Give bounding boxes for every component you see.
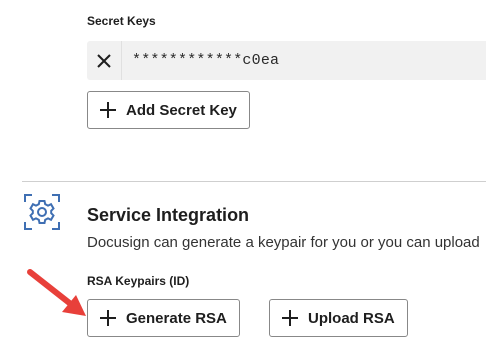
add-secret-key-button[interactable]: Add Secret Key	[87, 91, 250, 129]
generate-rsa-label: Generate RSA	[126, 309, 227, 327]
service-integration-description: Docusign can generate a keypair for you …	[87, 234, 480, 251]
x-icon	[97, 53, 111, 68]
secret-key-value: ************c0ea	[132, 52, 280, 69]
generate-rsa-button[interactable]: Generate RSA	[87, 299, 240, 337]
service-integration-title: Service Integration	[87, 205, 250, 225]
upload-rsa-label: Upload RSA	[308, 309, 395, 327]
section-divider	[22, 181, 486, 182]
upload-rsa-button[interactable]: Upload RSA	[269, 299, 408, 337]
add-secret-key-label: Add Secret Key	[126, 101, 237, 119]
plus-icon	[282, 310, 298, 326]
secret-keys-label: Secret Keys	[87, 14, 156, 28]
rsa-keypairs-label: RSA Keypairs (ID)	[87, 274, 190, 288]
gear-icon	[24, 194, 60, 230]
annotation-arrow-icon	[27, 269, 86, 316]
secret-key-row: ************c0ea	[87, 41, 486, 80]
remove-secret-key-button[interactable]	[87, 41, 122, 80]
plus-icon	[100, 102, 116, 118]
plus-icon	[100, 310, 116, 326]
